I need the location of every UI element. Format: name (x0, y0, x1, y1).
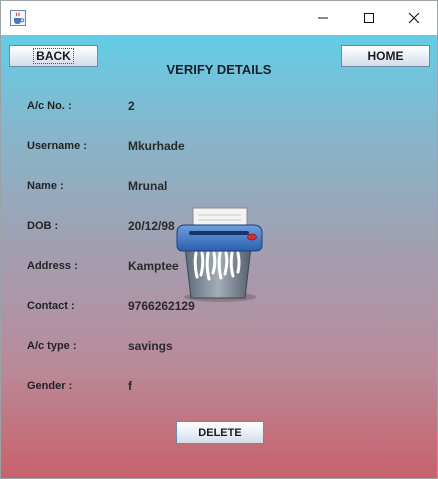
account-type-label: A/c type : (27, 340, 77, 352)
page-title: VERIFY DETAILS (166, 62, 272, 77)
content-panel: BACK HOME VERIFY DETAILS A/c No. : 2 Use… (1, 35, 437, 478)
minimize-button[interactable] (300, 1, 346, 35)
gender-label: Gender : (27, 380, 73, 392)
account-number-label: A/c No. : (27, 100, 72, 112)
account-type-value: savings (128, 339, 173, 353)
back-button-label: BACK (33, 48, 74, 64)
minimize-icon (318, 17, 328, 19)
app-window: BACK HOME VERIFY DETAILS A/c No. : 2 Use… (0, 0, 438, 479)
gender-value: f (128, 379, 132, 393)
name-value: Mrunal (128, 179, 168, 193)
contact-label: Contact : (27, 300, 75, 312)
close-button[interactable] (391, 1, 437, 35)
dob-label: DOB : (27, 220, 59, 232)
java-cup-icon (10, 10, 26, 26)
dob-value: 20/12/98 (128, 219, 175, 233)
delete-button[interactable]: DELETE (176, 421, 264, 444)
account-number-value: 2 (128, 99, 135, 113)
shredder-icon (176, 207, 263, 302)
close-icon (408, 12, 420, 24)
maximize-button[interactable] (346, 1, 392, 35)
name-label: Name : (27, 180, 64, 192)
address-label: Address : (27, 260, 78, 272)
username-label: Username : (27, 140, 87, 152)
maximize-icon (364, 13, 374, 23)
username-value: Mkurhade (128, 139, 185, 153)
title-bar[interactable] (1, 1, 437, 35)
